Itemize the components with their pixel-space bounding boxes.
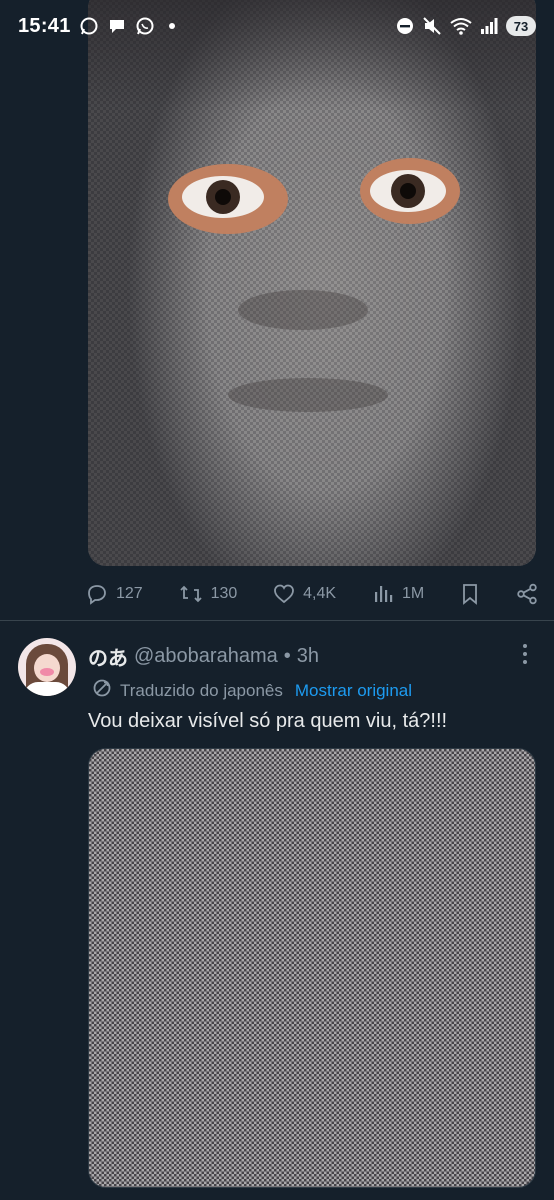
display-name[interactable]: のあ — [88, 642, 128, 671]
views-icon — [372, 583, 394, 605]
tweet-timestamp[interactable]: 3h — [297, 645, 319, 668]
more-dots-icon — [523, 644, 527, 648]
whatsapp-icon — [79, 16, 99, 36]
like-count: 4,4K — [303, 585, 337, 602]
views-count: 1M — [401, 585, 425, 602]
status-bar: 15:41 73 — [0, 0, 554, 52]
tweet-action-bar: 127 130 4,4K 1M — [86, 578, 538, 610]
tweet-divider — [0, 620, 554, 621]
translate-icon — [92, 678, 112, 703]
repost-icon — [179, 583, 203, 605]
notification-dot — [168, 23, 175, 29]
header-separator: • — [283, 645, 291, 667]
like-icon — [273, 583, 295, 605]
show-original-link[interactable]: Mostrar original — [295, 681, 412, 701]
battery-icon: 73 — [506, 16, 536, 36]
more-options-button[interactable] — [516, 642, 534, 666]
nose-shadow — [238, 290, 368, 330]
tweet-image-face[interactable] — [88, 0, 536, 566]
reply-icon — [86, 583, 108, 605]
chat-bubble-icon — [107, 16, 127, 36]
mouth-shadow — [228, 378, 388, 412]
bookmark-icon — [460, 583, 480, 605]
left-eye — [182, 176, 264, 218]
translation-notice: Traduzido do japonês Mostrar original — [92, 678, 412, 703]
screen: 15:41 73 127 130 4,4K 1M のあ @abobarahama… — [0, 0, 554, 1200]
avatar[interactable] — [18, 638, 76, 696]
tweet-text: Vou deixar visível só pra quem viu, tá?!… — [88, 710, 448, 732]
repost-count: 130 — [210, 585, 238, 602]
share-button[interactable] — [516, 583, 538, 605]
wifi-icon — [450, 17, 472, 35]
tweet-image-checkerboard[interactable] — [88, 748, 536, 1188]
do-not-disturb-icon — [396, 17, 414, 35]
mute-icon — [422, 16, 442, 36]
bookmark-button[interactable] — [460, 583, 480, 605]
reply-button[interactable]: 127 — [86, 583, 143, 605]
share-icon — [516, 583, 538, 605]
user-handle[interactable]: @abobarahama — [134, 645, 278, 668]
reply-count: 127 — [116, 585, 143, 602]
whatsapp-icon — [135, 16, 155, 36]
signal-icon — [480, 17, 498, 35]
views-button[interactable]: 1M — [372, 583, 424, 605]
translated-label: Traduzido do japonês — [120, 680, 283, 700]
like-button[interactable]: 4,4K — [273, 583, 336, 605]
tweet-header: のあ @abobarahama • 3h — [88, 642, 319, 671]
status-time: 15:41 — [18, 14, 71, 37]
image-overlay — [89, 749, 535, 1187]
repost-button[interactable]: 130 — [179, 583, 238, 605]
right-eye — [370, 170, 446, 212]
